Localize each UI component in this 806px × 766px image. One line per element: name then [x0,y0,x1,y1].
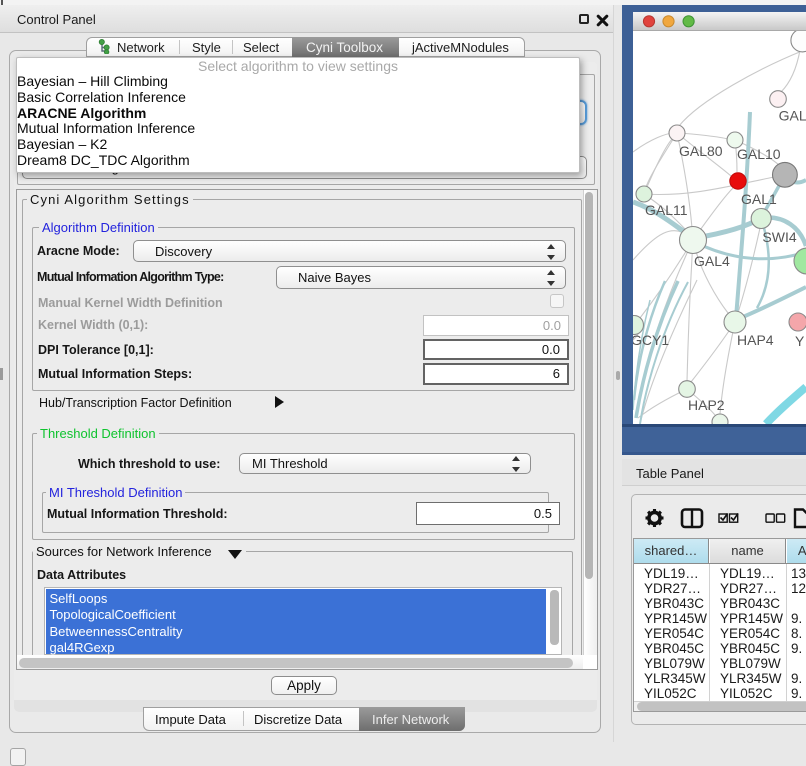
svg-text:GCY1: GCY1 [631,332,669,348]
svg-text:Y: Y [795,333,805,349]
svg-text:HAP2: HAP2 [688,397,725,413]
svg-text:HAP4: HAP4 [737,332,774,348]
svg-text:GAL80: GAL80 [679,143,723,159]
svg-text:SWI4: SWI4 [762,229,796,245]
svg-text:GAL1: GAL1 [741,191,777,207]
svg-text:GAL7: GAL7 [779,108,806,124]
svg-text:GAL11: GAL11 [645,202,688,218]
svg-text:GAL4: GAL4 [694,253,730,269]
svg-text:GAL10: GAL10 [737,146,781,162]
